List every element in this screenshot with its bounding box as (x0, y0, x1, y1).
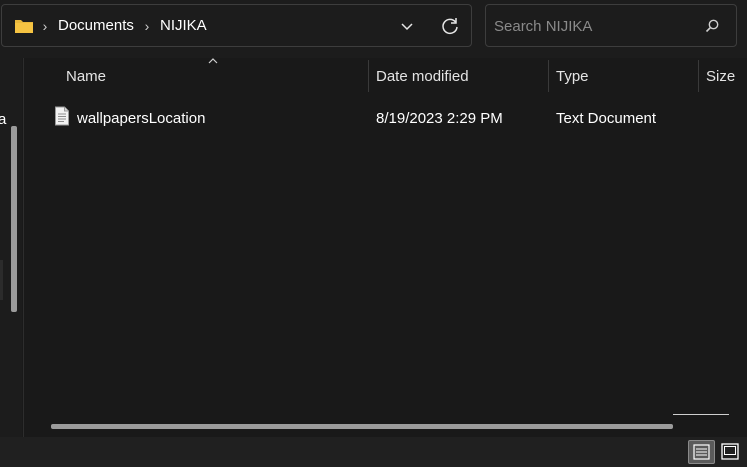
chevron-down-icon[interactable] (399, 17, 415, 35)
toolbar: › Documents › NIJIKA (0, 0, 747, 58)
refresh-icon[interactable] (440, 15, 460, 37)
large-icons-view-button[interactable] (718, 440, 742, 464)
column-header-name[interactable]: Name (66, 68, 106, 86)
status-bar (0, 437, 747, 467)
column-divider[interactable] (698, 60, 699, 92)
folder-icon (15, 20, 33, 33)
file-row[interactable]: wallpapersLocation 8/19/2023 2:29 PM Tex… (44, 101, 744, 135)
scrollbar-edge (673, 414, 729, 415)
column-header-size[interactable]: Size (706, 68, 735, 86)
navigation-pane[interactable]: a (0, 58, 22, 438)
address-bar[interactable]: › Documents › NIJIKA (1, 4, 472, 47)
column-divider[interactable] (548, 60, 549, 92)
column-header-date-modified[interactable]: Date modified (376, 68, 469, 86)
text-document-icon (55, 106, 69, 126)
chevron-right-icon[interactable]: › (142, 17, 152, 35)
column-header-type[interactable]: Type (556, 68, 589, 86)
details-view-button[interactable] (688, 440, 715, 464)
pane-divider[interactable] (23, 58, 24, 438)
nav-selection-indicator (0, 260, 3, 300)
breadcrumb-item-documents[interactable]: Documents (58, 17, 134, 35)
file-explorer-window: › Documents › NIJIKA a (0, 0, 747, 467)
search-box[interactable] (485, 4, 737, 47)
file-name[interactable]: wallpapersLocation (77, 110, 205, 128)
sort-ascending-icon (208, 58, 218, 64)
search-icon[interactable] (704, 18, 720, 34)
file-type: Text Document (556, 110, 657, 127)
nav-item-label[interactable]: a (0, 111, 6, 128)
large-icons-view-icon (721, 443, 739, 460)
search-input[interactable] (494, 15, 694, 37)
file-date-modified: 8/19/2023 2:29 PM (376, 110, 503, 127)
column-divider[interactable] (368, 60, 369, 92)
nav-scrollbar[interactable] (11, 126, 17, 312)
details-view-icon (693, 444, 710, 460)
horizontal-scrollbar-thumb[interactable] (51, 424, 673, 429)
chevron-right-icon[interactable]: › (40, 17, 50, 35)
breadcrumb-item-nijika[interactable]: NIJIKA (160, 17, 207, 35)
